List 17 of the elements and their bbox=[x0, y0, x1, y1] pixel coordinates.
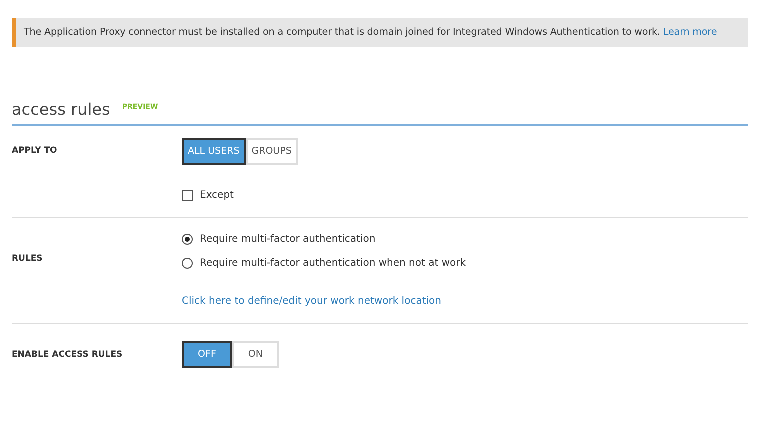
radio-label: Require multi-factor authentication bbox=[200, 234, 376, 245]
field-label: APPLY TO bbox=[12, 146, 58, 156]
field-label: ENABLE ACCESS RULES bbox=[12, 350, 124, 360]
section-title: access rules bbox=[12, 100, 110, 119]
network-location-link[interactable]: Click here to define/edit your work network location bbox=[182, 296, 442, 307]
radio-button[interactable] bbox=[182, 258, 193, 269]
checkbox[interactable] bbox=[182, 190, 193, 201]
radio-label: Require multi-factor authentication when not at work bbox=[200, 258, 466, 269]
toggle-option[interactable]: ALL USERS bbox=[182, 138, 246, 165]
toggle-option[interactable]: OFF bbox=[182, 341, 232, 368]
toggle-option[interactable]: GROUPS bbox=[246, 138, 298, 165]
learn-more-link[interactable]: Learn more bbox=[663, 27, 718, 38]
radio-button[interactable] bbox=[182, 234, 193, 245]
checkbox-label: Except bbox=[200, 190, 234, 201]
toggle-option[interactable]: ON bbox=[232, 341, 279, 368]
field-label: RULES bbox=[12, 254, 44, 264]
banner-text: The Application Proxy connector must be installed on a computer that is domain joined for Integrated Windows Authentication to work. bbox=[24, 27, 662, 38]
